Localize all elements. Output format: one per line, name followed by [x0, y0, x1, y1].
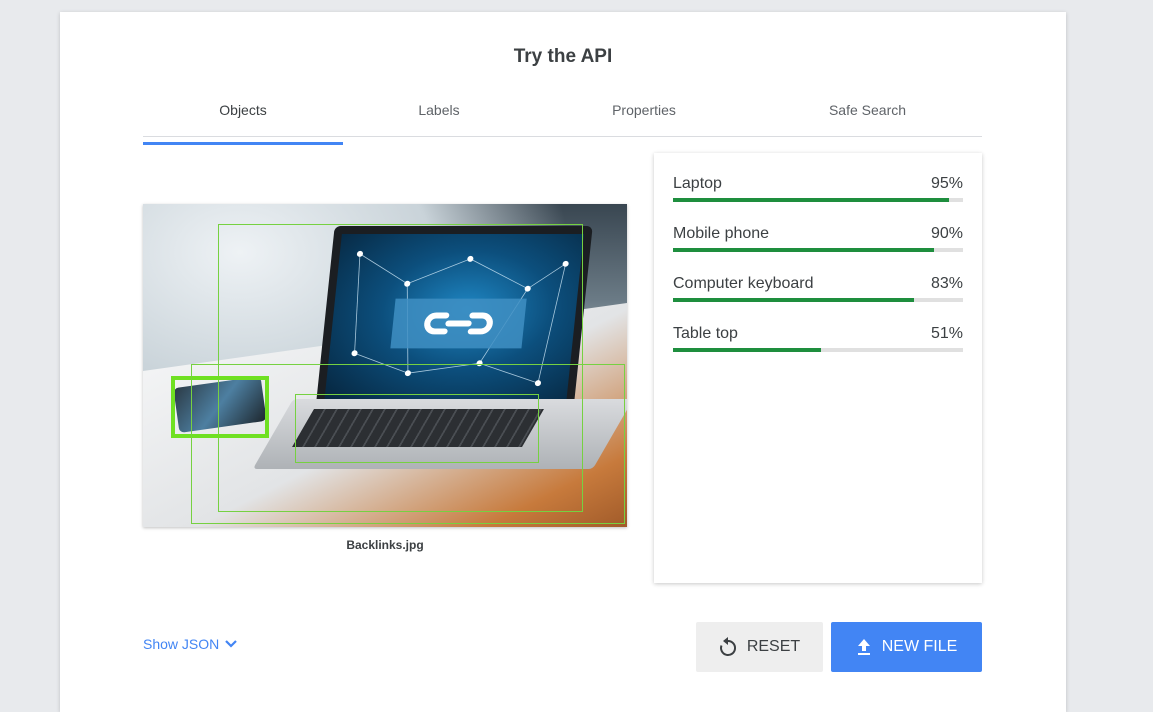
- analyzed-image: [143, 204, 627, 527]
- score-fill: [673, 298, 914, 302]
- show-json-link[interactable]: Show JSON: [143, 636, 238, 652]
- result-name: Table top: [673, 325, 738, 342]
- tab-bar: Objects Labels Properties Safe Search: [143, 92, 982, 145]
- score-fill: [673, 248, 934, 252]
- page-title: Try the API: [513, 46, 613, 67]
- chevron-down-icon: [225, 640, 238, 648]
- result-row: Table top 51%: [673, 325, 963, 355]
- image-filename: Backlinks.jpg: [346, 538, 424, 552]
- score-track: [673, 298, 963, 302]
- score-fill: [673, 348, 821, 352]
- score-fill: [673, 198, 949, 202]
- result-name: Laptop: [673, 175, 722, 192]
- result-row: Computer keyboard 83%: [673, 275, 963, 305]
- tab-properties[interactable]: Properties: [535, 92, 753, 136]
- result-percent: 95%: [930, 175, 963, 192]
- tab-labels[interactable]: Labels: [343, 92, 535, 136]
- new-file-button[interactable]: NEW FILE: [831, 622, 982, 672]
- api-demo-card: Try the API Objects Labels Properties Sa…: [60, 12, 1066, 712]
- result-row: Mobile phone 90%: [673, 225, 963, 255]
- tab-objects[interactable]: Objects: [143, 92, 343, 145]
- score-track: [673, 198, 963, 202]
- results-panel: Laptop 95% Mobile phone 90% Computer key…: [654, 153, 982, 583]
- result-percent: 90%: [930, 225, 963, 242]
- tab-safe-search[interactable]: Safe Search: [753, 92, 982, 136]
- show-json-label: Show JSON: [143, 636, 220, 652]
- result-row: Laptop 95%: [673, 175, 963, 205]
- bbox-table-top: [191, 364, 625, 524]
- reset-button[interactable]: RESET: [696, 622, 823, 672]
- result-name: Mobile phone: [673, 225, 770, 242]
- score-track: [673, 248, 963, 252]
- score-track: [673, 348, 963, 352]
- upload-icon: [857, 639, 870, 655]
- result-name: Computer keyboard: [673, 275, 814, 292]
- result-percent: 83%: [930, 275, 963, 292]
- new-file-label: NEW FILE: [881, 638, 958, 655]
- reset-icon: [719, 637, 736, 656]
- reset-label: RESET: [746, 638, 801, 655]
- result-percent: 51%: [930, 325, 963, 342]
